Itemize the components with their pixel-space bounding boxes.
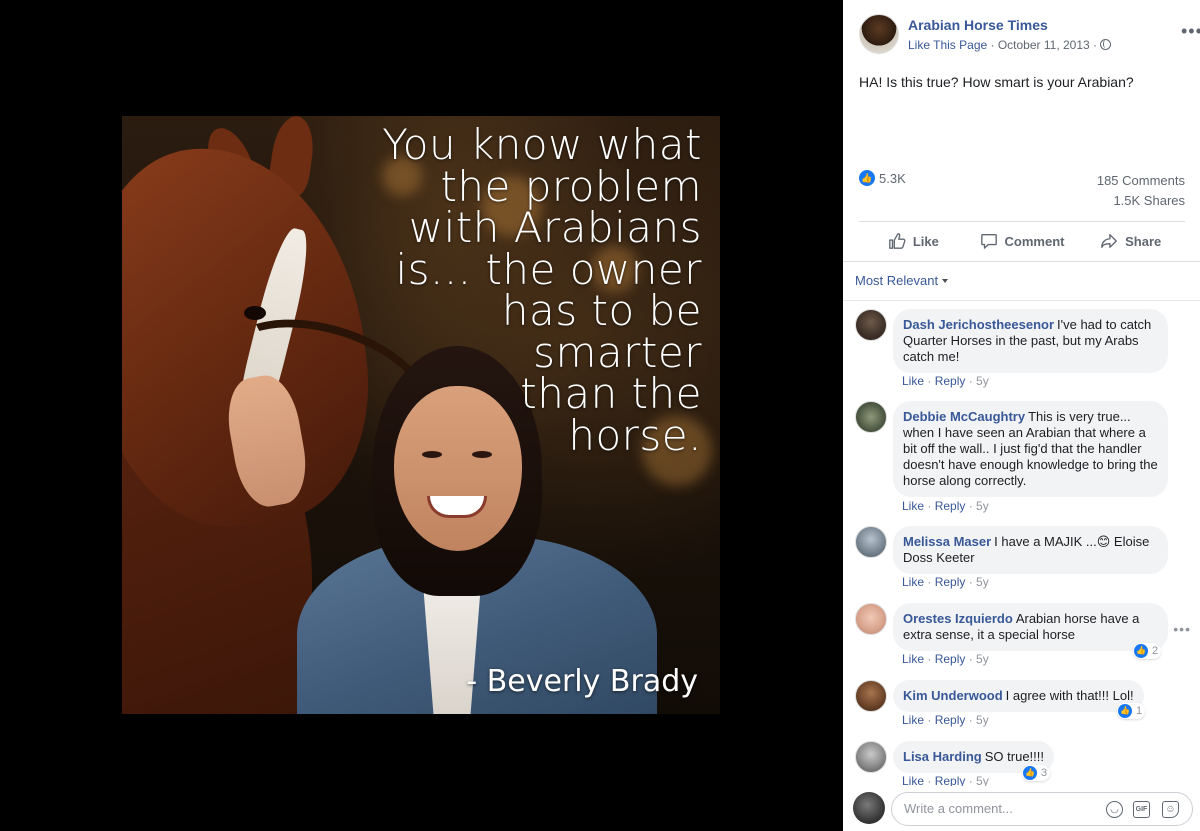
share-button-label: Share	[1125, 233, 1162, 249]
commenter-avatar[interactable]	[855, 680, 887, 712]
comment-age[interactable]: 5y	[976, 652, 989, 666]
comment-age[interactable]: 5y	[976, 374, 989, 388]
comment-author-link[interactable]: Orestes Izquierdo	[903, 611, 1013, 626]
comment-actions: Like · Reply · 5y	[902, 499, 989, 513]
divider	[843, 300, 1200, 301]
post-date[interactable]: October 11, 2013	[998, 38, 1090, 52]
page-avatar[interactable]	[859, 14, 899, 54]
commenter-avatar[interactable]	[855, 603, 887, 635]
comment-item: Kim Underwood I agree with that!!! Lol! 👍…	[855, 680, 1195, 732]
meta-separator: ·	[1089, 38, 1101, 52]
comment-text: SO true!!!!	[984, 749, 1044, 764]
comment-item: Dash Jerichostheesenor I've had to catch …	[855, 309, 1195, 393]
share-button[interactable]: Share	[1076, 222, 1185, 260]
post-meta: Like This Page · October 11, 2013 ·	[908, 38, 1112, 52]
photo-viewer: You know what the problem with Arabians …	[0, 0, 843, 831]
comment-actions: Like · Reply · 5y	[902, 652, 989, 666]
comment-author-link[interactable]: Kim Underwood	[903, 688, 1003, 703]
caret-down-icon	[942, 279, 949, 283]
comment-actions: Like · Reply · 5y	[902, 713, 989, 727]
comment-reply-link[interactable]: Reply	[935, 652, 966, 666]
comment-item: Orestes Izquierdo Arabian horse have a ex…	[855, 603, 1195, 671]
horse-eye	[244, 306, 266, 320]
quote-author: - Beverly Brady	[466, 664, 698, 699]
like-reaction-icon: 👍	[1118, 704, 1132, 718]
meta-separator: ·	[987, 38, 998, 52]
comment-author-link[interactable]: Debbie McCaughtry	[903, 409, 1025, 424]
comment-reaction-count: 3	[1041, 767, 1048, 779]
current-user-avatar	[853, 792, 885, 824]
comment-bubble: Orestes Izquierdo Arabian horse have a ex…	[893, 603, 1168, 651]
thumbs-up-icon	[888, 233, 906, 249]
comment-bubble: Dash Jerichostheesenor I've had to catch …	[893, 309, 1168, 373]
comment-icon	[980, 234, 997, 249]
comment-bubble: Kim Underwood I agree with that!!! Lol!	[893, 680, 1144, 712]
emoji-icon[interactable]: ◡	[1106, 801, 1123, 818]
post-panel: Arabian Horse Times Like This Page · Oct…	[843, 0, 1200, 831]
quote-text: You know what the problem with Arabians …	[382, 120, 702, 460]
comment-age[interactable]: 5y	[976, 713, 989, 727]
comments-count-link[interactable]: 185 Comments	[1097, 173, 1185, 188]
sort-label: Most Relevant	[855, 273, 939, 288]
comment-reply-link[interactable]: Reply	[935, 374, 966, 388]
comment-sort-dropdown[interactable]: Most Relevant	[855, 273, 949, 288]
comment-reaction-badge[interactable]: 👍 1	[1117, 703, 1146, 719]
post-text: HA! Is this true? How smart is your Arab…	[859, 74, 1134, 90]
comment-actions: Like · Reply · 5y	[902, 575, 989, 589]
comment-author-link[interactable]: Dash Jerichostheesenor	[903, 317, 1054, 332]
like-button[interactable]: Like	[859, 222, 968, 260]
comment-bubble: Debbie McCaughtry This is very true... wh…	[893, 401, 1168, 497]
comment-author-link[interactable]: Lisa Harding	[903, 749, 982, 764]
comment-button-label: Comment	[1004, 233, 1065, 249]
comment-reaction-badge[interactable]: 👍 2	[1133, 643, 1162, 659]
comment-like-link[interactable]: Like	[902, 713, 924, 727]
comment-composer: ◡ GIF ☺	[843, 786, 1200, 831]
comment-reply-link[interactable]: Reply	[935, 713, 966, 727]
comment-reaction-count: 1	[1136, 705, 1143, 717]
comment-bubble: Melissa Maser I have a MAJIK ...😊 Eloise …	[893, 526, 1168, 574]
sticker-icon[interactable]: ☺	[1162, 801, 1179, 818]
post-header: Arabian Horse Times Like This Page · Oct…	[859, 14, 1200, 58]
reactions-summary: 👍 5.3K 185 Comments 1.5K Shares	[859, 170, 1185, 215]
gif-icon[interactable]: GIF	[1133, 801, 1150, 818]
comment-item: Melissa Maser I have a MAJIK ...😊 Eloise …	[855, 526, 1195, 594]
comment-like-link[interactable]: Like	[902, 374, 924, 388]
like-page-link[interactable]: Like This Page	[908, 38, 987, 52]
post-photo[interactable]: You know what the problem with Arabians …	[122, 116, 720, 714]
comment-input-box[interactable]: ◡ GIF ☺	[891, 792, 1193, 826]
comment-reply-link[interactable]: Reply	[935, 499, 966, 513]
like-reaction-icon: 👍	[859, 170, 875, 186]
comment-author-link[interactable]: Melissa Maser	[903, 534, 991, 549]
like-reaction-icon: 👍	[1134, 644, 1148, 658]
comment-text: I agree with that!!! Lol!	[1005, 688, 1134, 703]
share-icon	[1101, 234, 1117, 248]
comment-reply-link[interactable]: Reply	[935, 575, 966, 589]
page-name-link[interactable]: Arabian Horse Times	[908, 17, 1048, 33]
comment-reaction-badge[interactable]: 👍 3	[1022, 765, 1051, 781]
like-reaction-icon: 👍	[1023, 766, 1037, 780]
shares-count-link[interactable]: 1.5K Shares	[1113, 193, 1185, 208]
commenter-avatar[interactable]	[855, 526, 887, 558]
comment-age[interactable]: 5y	[976, 499, 989, 513]
comment-like-link[interactable]: Like	[902, 499, 924, 513]
comment-options-icon[interactable]: •••	[1173, 621, 1191, 637]
commenter-avatar[interactable]	[855, 741, 887, 773]
comment-like-link[interactable]: Like	[902, 575, 924, 589]
divider	[843, 261, 1200, 262]
comment-item: Debbie McCaughtry This is very true... wh…	[855, 401, 1195, 519]
commenter-avatar[interactable]	[855, 401, 887, 433]
more-options-icon[interactable]: •••	[1181, 22, 1200, 40]
comment-reaction-count: 2	[1152, 645, 1159, 657]
commenter-avatar[interactable]	[855, 309, 887, 341]
comment-button[interactable]: Comment	[968, 222, 1077, 260]
post-actions: Like Comment Share	[859, 222, 1185, 260]
comment-input[interactable]	[904, 801, 1094, 816]
reaction-count[interactable]: 5.3K	[879, 171, 906, 186]
comment-like-link[interactable]: Like	[902, 652, 924, 666]
like-button-label: Like	[912, 233, 939, 249]
globe-icon	[1100, 39, 1112, 50]
comment-age[interactable]: 5y	[976, 575, 989, 589]
comment-actions: Like · Reply · 5y	[902, 374, 989, 388]
comment-item: Lisa Harding SO true!!!! 👍 3 Like · Reply …	[855, 741, 1195, 788]
